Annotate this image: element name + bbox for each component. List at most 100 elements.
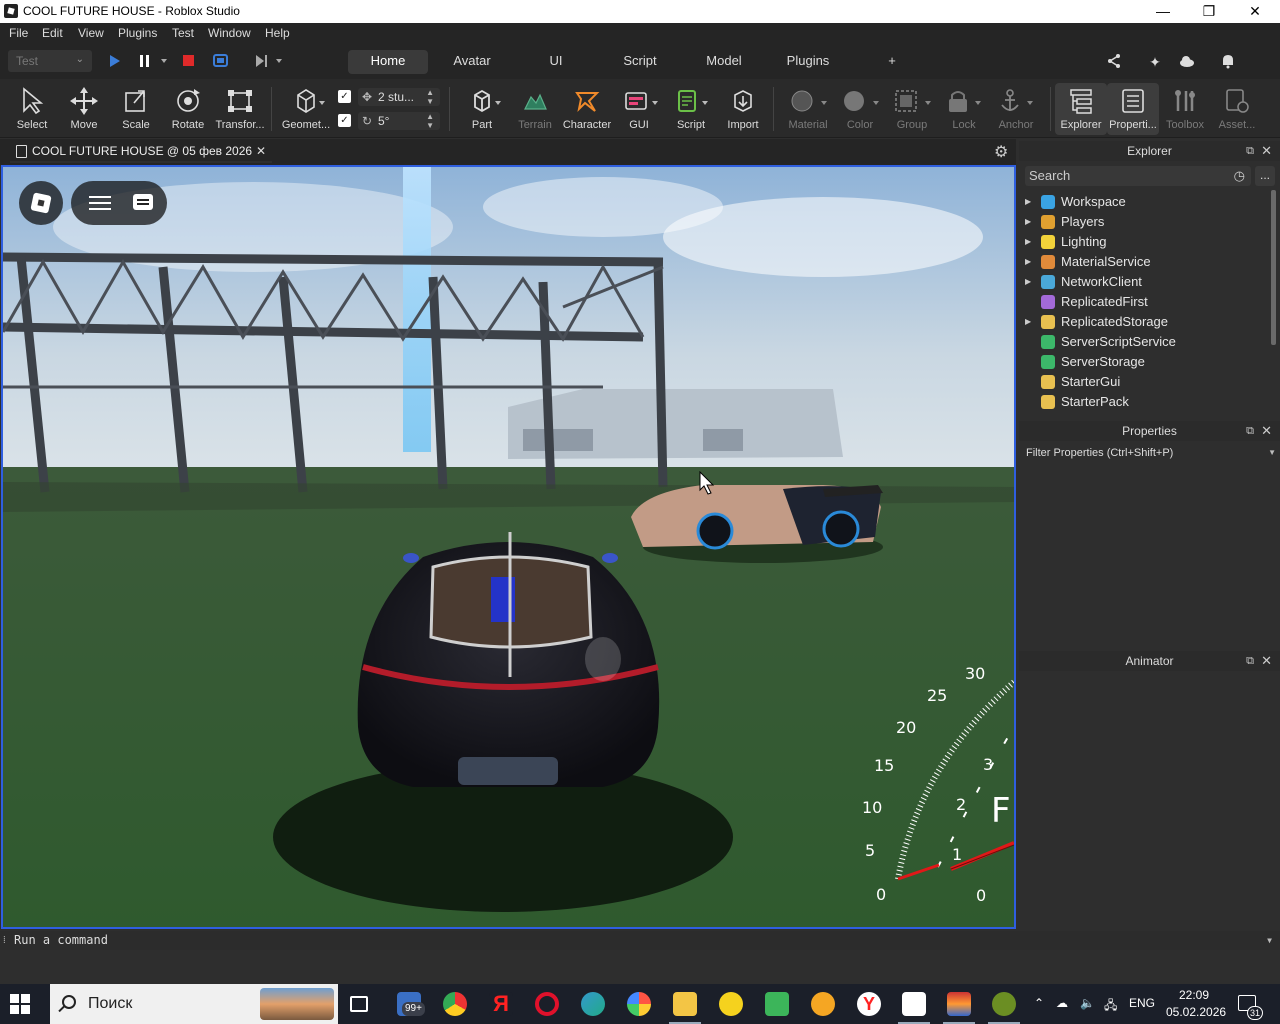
- bell-icon[interactable]: [1219, 53, 1237, 71]
- expand-arrow-icon[interactable]: ▶: [1025, 192, 1035, 212]
- undock-icon[interactable]: ⧉: [1246, 421, 1254, 441]
- rotate-tool[interactable]: Rotate: [162, 83, 214, 135]
- maximize-button[interactable]: ❐: [1186, 0, 1232, 23]
- select-tool[interactable]: Select: [6, 83, 58, 135]
- chevron-up-icon[interactable]: ⌃: [1034, 996, 1044, 1010]
- volume-icon[interactable]: 🔈: [1080, 996, 1095, 1010]
- chrome-icon[interactable]: [443, 992, 467, 1016]
- move-tool[interactable]: Move: [58, 83, 110, 135]
- tab-ui[interactable]: UI: [536, 50, 576, 74]
- rotate-snap-checkbox[interactable]: ✓: [338, 114, 351, 127]
- expand-arrow-icon[interactable]: ▶: [1025, 212, 1035, 232]
- gear-icon[interactable]: ⚙: [994, 142, 1008, 162]
- onedrive-icon[interactable]: ☁: [1056, 996, 1068, 1010]
- explorer-search-input[interactable]: Search ◷: [1025, 166, 1251, 186]
- explorer-item-serverscriptservice[interactable]: ServerScriptService: [1025, 332, 1265, 352]
- properties-filter-input[interactable]: Filter Properties (Ctrl+Shift+P) ▼: [1026, 444, 1276, 462]
- chevron-down-icon[interactable]: ▼: [1267, 931, 1272, 950]
- chevron-down-icon[interactable]: ▼: [1268, 444, 1276, 462]
- headphones-app-icon[interactable]: [811, 992, 835, 1016]
- undock-icon[interactable]: ⧉: [1246, 651, 1254, 671]
- menu-file[interactable]: File: [9, 26, 28, 40]
- mode-select[interactable]: Test ⌄: [8, 50, 92, 72]
- task-view-icon[interactable]: [350, 996, 368, 1012]
- expand-arrow-icon[interactable]: ▶: [1025, 232, 1035, 252]
- explorer-item-networkclient[interactable]: ▶ NetworkClient: [1025, 272, 1265, 292]
- taskbar-search-box[interactable]: Поиск: [50, 984, 338, 1024]
- roblox-menu-button[interactable]: [19, 181, 63, 225]
- cloud-icon[interactable]: [1178, 53, 1196, 71]
- yandex-icon[interactable]: Я: [489, 992, 513, 1016]
- close-icon[interactable]: ✕: [1261, 651, 1272, 671]
- yandex-browser-icon[interactable]: Y: [857, 992, 881, 1016]
- file-explorer-icon[interactable]: [669, 992, 701, 1024]
- explorer-item-replicatedfirst[interactable]: ReplicatedFirst: [1025, 292, 1265, 312]
- explorer-item-starterpack[interactable]: StarterPack: [1025, 392, 1265, 412]
- notes-app-icon[interactable]: [765, 992, 789, 1016]
- anchor-button[interactable]: Anchor: [990, 83, 1042, 135]
- expand-arrow-icon[interactable]: ▶: [1025, 252, 1035, 272]
- color-button[interactable]: Color: [834, 83, 886, 135]
- toolbox-toggle[interactable]: Toolbox: [1159, 83, 1211, 135]
- move-snap-value[interactable]: 2 stu...: [378, 90, 414, 104]
- history-icon[interactable]: ◷: [1234, 166, 1245, 186]
- share-icon[interactable]: [1105, 53, 1123, 71]
- network-icon[interactable]: 🖧: [1104, 996, 1117, 1017]
- document-tab[interactable]: COOL FUTURE HOUSE @ 05 фев 2026 22:08 ✕: [10, 141, 272, 178]
- group-button[interactable]: Group: [886, 83, 938, 135]
- close-icon[interactable]: ✕: [1261, 141, 1272, 161]
- close-tab-icon[interactable]: ✕: [256, 141, 266, 161]
- menu-view[interactable]: View: [78, 26, 104, 40]
- 3d-viewport[interactable]: 30 25 20 15 10 5 0 3 2 1 0 F: [1, 165, 1016, 929]
- undock-icon[interactable]: ⧉: [1246, 141, 1254, 161]
- move-snap-checkbox[interactable]: ✓: [338, 90, 351, 103]
- gui-button[interactable]: GUI: [613, 83, 665, 135]
- material-button[interactable]: Material: [782, 83, 834, 135]
- game-app-icon[interactable]: [988, 992, 1020, 1024]
- photos-app-icon[interactable]: [627, 992, 651, 1016]
- rotate-snap-value[interactable]: 5°: [378, 114, 389, 128]
- menu-edit[interactable]: Edit: [42, 26, 63, 40]
- menu-plugins[interactable]: Plugins: [118, 26, 157, 40]
- tab-script[interactable]: Script: [610, 50, 670, 74]
- command-bar[interactable]: ⁞ Run a command ▼: [0, 931, 1280, 950]
- clock[interactable]: 22:09 05.02.2026: [1166, 987, 1226, 1021]
- explorer-more-button[interactable]: ...: [1255, 166, 1275, 186]
- asset-manager-toggle[interactable]: Asset...: [1211, 83, 1263, 135]
- tab-avatar[interactable]: Avatar: [440, 50, 504, 74]
- explorer-item-serverstorage[interactable]: ServerStorage: [1025, 352, 1265, 372]
- expand-arrow-icon[interactable]: ▶: [1025, 312, 1035, 332]
- explorer-item-replicatedstorage[interactable]: ▶ ReplicatedStorage: [1025, 312, 1265, 332]
- roblox-studio-taskbar-icon[interactable]: [898, 992, 930, 1024]
- explorer-item-workspace[interactable]: ▶ Workspace: [1025, 192, 1265, 212]
- move-snap-control[interactable]: ✓ ✥ 2 stu... ▲ ▼: [338, 88, 440, 106]
- tab-model[interactable]: Model: [696, 50, 752, 74]
- winrar-icon[interactable]: [943, 992, 975, 1024]
- transform-tool[interactable]: Transfor...: [214, 83, 266, 135]
- close-icon[interactable]: ✕: [1261, 421, 1272, 441]
- script-button[interactable]: Script: [665, 83, 717, 135]
- tab-home[interactable]: Home: [348, 50, 428, 74]
- edge-icon[interactable]: [581, 992, 605, 1016]
- properties-toggle[interactable]: Properti...: [1107, 83, 1159, 135]
- explorer-item-players[interactable]: ▶ Players: [1025, 212, 1265, 232]
- explorer-scrollbar[interactable]: [1271, 190, 1276, 345]
- hamburger-menu-icon[interactable]: [89, 196, 111, 210]
- plus-app-icon[interactable]: [719, 992, 743, 1016]
- opera-icon[interactable]: [535, 992, 559, 1016]
- chat-icon[interactable]: [133, 194, 153, 210]
- expand-arrow-icon[interactable]: ▶: [1025, 272, 1035, 292]
- menu-help[interactable]: Help: [265, 26, 290, 40]
- rotate-snap-control[interactable]: ✓ ↻ 5° ▲ ▼: [338, 112, 440, 130]
- explorer-item-materialservice[interactable]: ▶ MaterialService: [1025, 252, 1265, 272]
- minimize-button[interactable]: —: [1140, 0, 1186, 23]
- close-window-button[interactable]: ✕: [1232, 0, 1278, 23]
- explorer-item-lighting[interactable]: ▶ Lighting: [1025, 232, 1265, 252]
- explorer-toggle[interactable]: Explorer: [1055, 83, 1107, 135]
- part-button[interactable]: Part: [456, 83, 508, 135]
- language-indicator[interactable]: ENG: [1129, 996, 1155, 1010]
- menu-test[interactable]: Test: [172, 26, 194, 40]
- assistant-sparkle-icon[interactable]: ✦: [1146, 53, 1164, 71]
- geometry-tool[interactable]: Geomet...: [280, 83, 332, 135]
- terrain-button[interactable]: Terrain: [509, 83, 561, 135]
